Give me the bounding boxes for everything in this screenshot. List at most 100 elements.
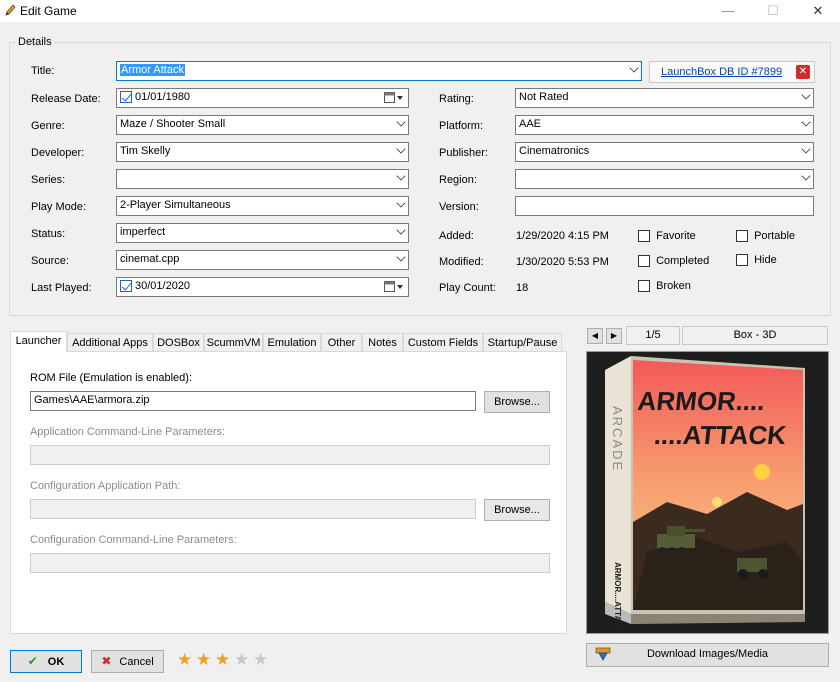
portable-label: Portable — [754, 230, 796, 242]
config-browse-button[interactable]: Browse... — [484, 499, 550, 521]
portable-checkbox[interactable]: Portable — [736, 230, 796, 243]
last-played-picker[interactable]: 30/01/2020 — [116, 277, 409, 297]
release-date-picker[interactable]: 01/01/1980 — [116, 88, 409, 108]
pencil-icon — [4, 3, 16, 20]
chevron-down-icon[interactable] — [396, 252, 406, 262]
prev-image-button[interactable]: ◀ — [587, 328, 603, 344]
cancel-label: Cancel — [119, 656, 154, 668]
checkbox-box[interactable] — [638, 280, 650, 293]
rating-label: Rating: — [439, 93, 474, 105]
tab-other[interactable]: Other — [321, 333, 362, 352]
tab-notes[interactable]: Notes — [362, 333, 403, 352]
config-cmd-field[interactable] — [30, 553, 550, 573]
chevron-down-icon[interactable] — [801, 90, 811, 100]
calendar-icon[interactable] — [384, 92, 404, 107]
checkbox-box[interactable] — [736, 230, 748, 243]
play-mode-label: Play Mode: — [31, 201, 87, 213]
launchbox-db-link[interactable]: LaunchBox DB ID #7899 — [661, 66, 782, 78]
source-label: Source: — [31, 255, 69, 267]
app-cmd-field[interactable] — [30, 445, 550, 465]
checkmark-icon: ✔ — [27, 654, 38, 668]
publisher-combo[interactable]: Cinematronics — [515, 142, 814, 162]
tab-emulation[interactable]: Emulation — [263, 333, 321, 352]
star-icon[interactable]: ★ — [215, 650, 230, 670]
platform-combo[interactable]: AAE — [515, 115, 814, 135]
region-label: Region: — [439, 174, 477, 186]
next-image-button[interactable]: ▶ — [606, 328, 622, 344]
calendar-icon[interactable] — [384, 281, 404, 296]
series-combo[interactable] — [116, 169, 409, 189]
hide-label: Hide — [754, 254, 777, 266]
download-media-label: Download Images/Media — [646, 648, 769, 660]
chevron-down-icon[interactable] — [396, 225, 406, 235]
remove-link-icon[interactable]: ✕ — [796, 65, 810, 79]
chevron-down-icon[interactable] — [396, 144, 406, 154]
favorite-label: Favorite — [656, 230, 696, 242]
release-date-checkbox[interactable] — [120, 91, 132, 104]
release-date-label: Release Date: — [31, 93, 101, 105]
close-button[interactable]: ✕ — [796, 0, 840, 22]
tab-additional-apps[interactable]: Additional Apps — [67, 333, 153, 352]
ok-label: OK — [47, 656, 65, 668]
broken-checkbox[interactable]: Broken — [638, 280, 691, 293]
rom-file-label: ROM File (Emulation is enabled): — [30, 372, 193, 384]
play-mode-combo[interactable]: 2-Player Simultaneous — [116, 196, 409, 216]
completed-label: Completed — [656, 255, 710, 267]
last-played-checkbox[interactable] — [120, 280, 132, 293]
chevron-down-icon[interactable] — [801, 144, 811, 154]
version-field[interactable] — [515, 196, 814, 216]
rom-file-value: Games\AAE\armora.zip — [34, 394, 150, 406]
star-icon[interactable]: ★ — [253, 650, 268, 670]
developer-combo[interactable]: Tim Skelly — [116, 142, 409, 162]
completed-checkbox[interactable]: Completed — [638, 255, 710, 268]
star-icon[interactable]: ★ — [196, 650, 211, 670]
genre-combo[interactable]: Maze / Shooter Small — [116, 115, 409, 135]
status-combo[interactable]: imperfect — [116, 223, 409, 243]
box-title-line1: ARMOR.... — [636, 386, 766, 416]
developer-value: Tim Skelly — [120, 145, 171, 157]
title-value: Armor Attack — [120, 64, 185, 76]
title-combo[interactable]: Armor Attack — [116, 61, 642, 81]
developer-label: Developer: — [31, 147, 85, 159]
cancel-button[interactable]: ✖ Cancel — [91, 650, 164, 673]
download-media-button[interactable]: Download Images/Media — [586, 643, 829, 667]
source-combo[interactable]: cinemat.cpp — [116, 250, 409, 270]
minimize-button[interactable]: — — [706, 0, 750, 22]
platform-value: AAE — [519, 118, 542, 130]
rom-browse-button[interactable]: Browse... — [484, 391, 550, 413]
region-combo[interactable] — [515, 169, 814, 189]
download-icon — [595, 647, 611, 670]
rom-file-field[interactable]: Games\AAE\armora.zip — [30, 391, 476, 411]
favorite-checkbox[interactable]: Favorite — [638, 230, 696, 243]
chevron-down-icon[interactable] — [801, 117, 811, 127]
chevron-down-icon[interactable] — [629, 63, 639, 73]
ok-button[interactable]: ✔ OK — [10, 650, 82, 673]
box-art-svg: ARCADE ARMOR.... ....ATTACK ARMOR....ATT… — [605, 356, 805, 633]
chevron-down-icon[interactable] — [396, 171, 406, 181]
star-icon[interactable]: ★ — [234, 650, 249, 670]
tab-scummvm[interactable]: ScummVM — [204, 333, 263, 352]
checkbox-box[interactable] — [638, 255, 650, 268]
tab-dosbox[interactable]: DOSBox — [153, 333, 204, 352]
source-value: cinemat.cpp — [120, 253, 180, 265]
config-path-field[interactable] — [30, 499, 476, 519]
checkbox-box[interactable] — [736, 254, 748, 267]
chevron-down-icon[interactable] — [396, 198, 406, 208]
genre-value: Maze / Shooter Small — [120, 118, 226, 130]
tab-custom-fields[interactable]: Custom Fields — [403, 333, 483, 352]
rating-combo[interactable]: Not Rated — [515, 88, 814, 108]
star-icon[interactable]: ★ — [177, 650, 192, 670]
chevron-down-icon[interactable] — [396, 117, 406, 127]
maximize-button[interactable]: ☐ — [751, 0, 795, 22]
chevron-down-icon[interactable] — [801, 171, 811, 181]
tab-launcher[interactable]: Launcher — [10, 331, 67, 352]
tab-startup-pause[interactable]: Startup/Pause — [483, 333, 562, 352]
modified-value: 1/30/2020 5:53 PM — [516, 256, 609, 268]
checkbox-box[interactable] — [638, 230, 650, 243]
modified-label: Modified: — [439, 256, 484, 268]
hide-checkbox[interactable]: Hide — [736, 254, 777, 267]
title-label: Title: — [31, 65, 55, 77]
series-label: Series: — [31, 174, 66, 186]
details-group-label: Details — [16, 36, 54, 48]
cancel-x-icon: ✖ — [101, 654, 112, 668]
